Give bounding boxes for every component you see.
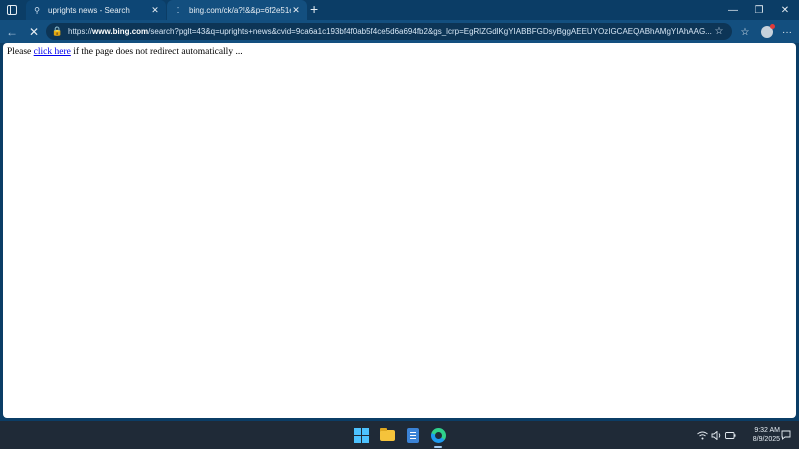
stop-loading-icon[interactable]: ✕ [25, 23, 43, 41]
clock[interactable]: 9:32 AM 8/9/2025 [740, 426, 780, 444]
taskbar: 9:32 AM 8/9/2025 [0, 421, 799, 449]
tab-search[interactable]: ⚲ uprights news - Search ✕ [26, 0, 166, 20]
new-tab-button[interactable]: + [310, 1, 318, 17]
loading-icon: ⁚ [176, 5, 180, 15]
lock-icon[interactable]: 🔒 [52, 26, 63, 37]
start-icon[interactable] [352, 426, 370, 444]
collections-icon[interactable]: ☆ [736, 23, 754, 41]
clock-time: 9:32 AM [754, 427, 780, 434]
browser-toolbar: ← ✕ 🔒 https://www.bing.com/search?pglt=4… [0, 20, 799, 43]
battery-icon[interactable] [724, 426, 736, 444]
tab-actions-icon[interactable] [4, 2, 20, 18]
redirect-message: Please click here if the page does not r… [7, 47, 243, 57]
tab-bing-redirect[interactable]: ⁚ bing.com/ck/a?!&&p=6f2e51e1e ✕ [167, 0, 307, 20]
volume-icon[interactable] [710, 426, 722, 444]
title-bar: ⚲ uprights news - Search ✕ ⁚ bing.com/ck… [0, 0, 799, 20]
profile-avatar [761, 24, 775, 38]
favorite-star-icon[interactable]: ☆ [712, 26, 726, 37]
notepad-icon[interactable] [404, 426, 422, 444]
wifi-icon[interactable] [696, 426, 708, 444]
more-icon[interactable]: ··· [778, 23, 796, 41]
back-icon[interactable]: ← [3, 23, 21, 41]
minimize-button[interactable]: — [720, 0, 746, 20]
profile-button[interactable] [758, 23, 776, 41]
click-here-link[interactable]: click here [34, 47, 71, 57]
edge-icon[interactable] [429, 426, 447, 448]
restore-button[interactable]: ❐ [746, 0, 772, 20]
search-icon: ⚲ [34, 5, 40, 15]
address-bar[interactable]: 🔒 https://www.bing.com/search?pglt=43&q=… [46, 23, 732, 40]
file-explorer-icon[interactable] [378, 426, 396, 444]
close-window-button[interactable]: ✕ [772, 0, 798, 20]
close-tab-icon[interactable]: ✕ [150, 5, 160, 16]
tab-title: bing.com/ck/a?!&&p=6f2e51e1e [189, 5, 291, 15]
page-content: Please click here if the page does not r… [3, 43, 796, 418]
url-text[interactable]: https://www.bing.com/search?pglt=43&q=up… [68, 27, 712, 36]
close-tab-icon[interactable]: ✕ [291, 5, 301, 16]
notification-icon[interactable] [780, 426, 792, 444]
tab-title: uprights news - Search [48, 5, 130, 15]
clock-date: 8/9/2025 [752, 436, 780, 443]
